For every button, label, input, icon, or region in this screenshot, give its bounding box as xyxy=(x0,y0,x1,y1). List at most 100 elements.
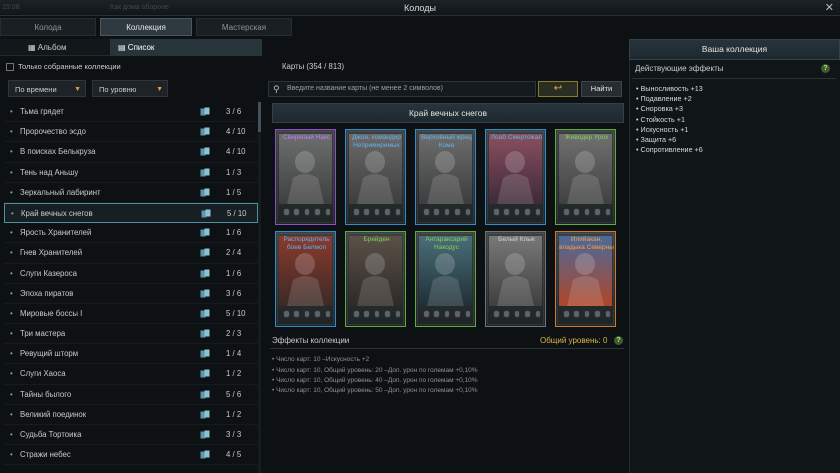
list-icon: ▤ xyxy=(118,43,126,52)
level-slot xyxy=(394,208,401,216)
set-list-scroll-thumb[interactable] xyxy=(258,102,261,132)
card-tile[interactable]: Илийакан, владыка Северны xyxy=(555,231,616,327)
find-button[interactable]: Найти xyxy=(581,81,622,97)
sort-by-time-dropdown[interactable]: По времени ▼ xyxy=(8,80,86,97)
set-list-scrollbar[interactable] xyxy=(258,102,261,473)
active-effects-label: Действующие эффекты xyxy=(635,64,724,73)
close-icon[interactable]: ✕ xyxy=(825,0,834,16)
search-field[interactable]: ⚲ xyxy=(268,81,536,97)
cards-icon xyxy=(200,309,210,318)
card-level-slots xyxy=(563,208,611,217)
set-list-item[interactable]: • Слуги Казероса 1 / 6 xyxy=(4,264,258,284)
search-input[interactable] xyxy=(287,85,527,92)
card-tile[interactable]: Джон, командир Непримиримых xyxy=(345,129,406,225)
set-list-item[interactable]: • Гнев Хранителей 2 / 4 xyxy=(4,243,258,264)
list-view-button[interactable]: ▤ Список xyxy=(110,39,262,56)
set-name: Тень над Аньшу xyxy=(20,167,79,177)
set-name: Зеркальный лабиринт xyxy=(20,187,101,197)
set-list-item[interactable]: • Тьма грядет 3 / 6 xyxy=(4,102,258,123)
help-icon[interactable]: ? xyxy=(821,64,830,73)
card-tile[interactable]: Распорядитель боев Белмоп xyxy=(275,231,336,327)
card-level-slots xyxy=(493,208,541,217)
set-list-item[interactable]: • Судьба Тортоика 3 / 3 xyxy=(4,425,258,446)
collection-level: Общий уровень: 0 xyxy=(540,336,608,345)
window-title: Колоды xyxy=(404,3,436,13)
card-tile[interactable]: Белый Клык xyxy=(485,231,546,327)
set-name: Слуги Хаоса xyxy=(20,369,66,379)
set-name: В поисках Белькруза xyxy=(20,147,96,157)
set-progress: 4 / 10 xyxy=(226,127,246,137)
reset-button[interactable]: ↩ xyxy=(538,81,578,97)
cards-icon xyxy=(200,127,210,136)
set-progress: 3 / 3 xyxy=(226,430,242,439)
checkbox-box[interactable] xyxy=(6,62,14,71)
set-list-item[interactable]: • Три мастера 2 / 3 xyxy=(4,324,258,345)
set-list-item[interactable]: • Слуги Хаоса 1 / 2 xyxy=(4,364,258,385)
card-tile[interactable]: Лоаб Смертожал xyxy=(485,129,546,225)
level-slot xyxy=(384,208,391,216)
set-list-item[interactable]: • Зеркальный лабиринт 1 / 5 xyxy=(4,183,258,203)
card-tile[interactable]: Свирепый Накс xyxy=(275,129,336,225)
set-progress: 3 / 6 xyxy=(226,107,242,116)
set-list-item[interactable]: • Пророчество эсдо 4 / 10 xyxy=(4,122,258,143)
card-count: Карты (354 / 813) xyxy=(282,62,345,71)
card-name: Илийакан, владыка Северны xyxy=(559,236,614,251)
effect-line: • Число карт: 10, Общий уровень: 50 –Доп… xyxy=(272,387,478,394)
level-slot xyxy=(283,208,290,216)
bullet: • xyxy=(10,389,13,399)
bullet: • xyxy=(10,329,13,339)
set-list-item[interactable]: • Ревущий шторм 1 / 4 xyxy=(4,344,258,365)
bullet: • xyxy=(10,369,13,379)
tab-collection[interactable]: Коллекция xyxy=(100,18,192,36)
set-list-item[interactable]: • Стражи небес 4 / 5 xyxy=(4,445,258,466)
bullet: • xyxy=(10,268,13,278)
level-slot xyxy=(283,310,290,318)
card-art xyxy=(489,236,542,306)
album-view-button[interactable]: ▦ Альбом xyxy=(28,39,98,56)
bullet: • xyxy=(10,409,13,419)
level-slot xyxy=(604,208,611,216)
set-name: Слуги Казероса xyxy=(20,268,77,278)
level-slot xyxy=(604,310,611,318)
set-list-item[interactable]: • Мировые боссы I 5 / 10 xyxy=(4,304,258,325)
card-name: Лоаб Смертожал xyxy=(490,134,543,141)
card-level-slots xyxy=(493,310,541,319)
album-view-label: Альбом xyxy=(37,43,67,52)
level-slot xyxy=(464,310,471,318)
set-list[interactable]: • Тьма грядет 3 / 6 • Пророчество эсдо 4 / 10… xyxy=(4,102,258,473)
bullet: • xyxy=(10,308,13,318)
level-slot xyxy=(423,208,430,216)
set-list-item[interactable]: • Тайны былого 5 / 6 xyxy=(4,385,258,405)
card-art xyxy=(489,134,542,204)
cards-icon xyxy=(200,107,210,116)
bullet: • xyxy=(10,187,13,197)
card-tile[interactable]: Верховный жрец Кома xyxy=(415,129,476,225)
grid-icon: ▦ xyxy=(28,43,36,52)
cards-icon xyxy=(200,289,210,298)
card-level-slots xyxy=(283,208,331,217)
tab-deck[interactable]: Колода xyxy=(0,18,96,36)
set-list-item[interactable]: • Эпоха пиратов 3 / 6 xyxy=(4,284,258,304)
card-tile[interactable]: Брейден xyxy=(345,231,406,327)
level-slot xyxy=(293,310,300,318)
bullet: • xyxy=(10,450,13,460)
set-list-item[interactable]: • В поисках Белькруза 4 / 10 xyxy=(4,142,258,163)
bullet: • xyxy=(10,288,13,298)
sort-by-level-dropdown[interactable]: По уровню ▼ xyxy=(92,80,168,97)
set-list-item[interactable]: • Ярость Хранителей 1 / 6 xyxy=(4,223,258,244)
set-list-item[interactable]: • Край вечных снегов 5 / 10 xyxy=(4,202,258,224)
help-icon[interactable]: ? xyxy=(614,336,623,345)
only-collected-checkbox[interactable]: Только собранные коллекции xyxy=(6,62,121,71)
level-slot xyxy=(594,208,601,216)
set-list-item[interactable]: • Тень над Аньшу 1 / 3 xyxy=(4,163,258,183)
level-slot xyxy=(394,310,401,318)
active-effect-line: • Искусность +1 xyxy=(636,124,689,134)
card-tile[interactable]: Живодер Урох xyxy=(555,129,616,225)
tab-workshop[interactable]: Мастерская xyxy=(196,18,292,36)
cards-icon xyxy=(200,248,210,257)
set-progress: 2 / 4 xyxy=(226,248,242,258)
window-titlebar: 15:08 Как дома обороне Колоды ✕ xyxy=(0,0,840,16)
collection-effects-title: Эффекты коллекции xyxy=(272,336,350,345)
card-tile[interactable]: Антараксарий Накодус xyxy=(415,231,476,327)
set-list-item[interactable]: • Великий поединок 1 / 2 xyxy=(4,405,258,425)
